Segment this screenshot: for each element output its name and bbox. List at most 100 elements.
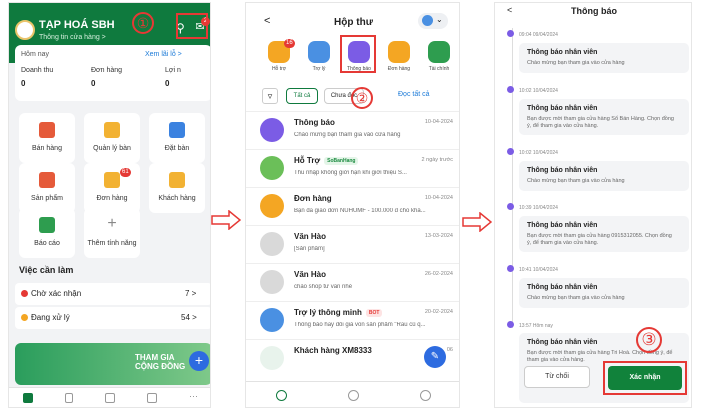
tile-them-tinh-nang[interactable]: + Thêm tính năng [84,208,140,258]
step-three-marker: ③ [636,327,662,353]
bell-dot-icon [507,321,514,328]
bell-dot-icon [507,265,514,272]
bell-dot-icon [507,203,514,210]
read-all-link[interactable]: Đọc tất cả [398,91,430,98]
notification-screen: < Thông báo 09:04 09/04/2024 Thông báo n… [494,2,692,408]
plus-icon: + [104,216,120,233]
message-item[interactable]: Thông báo Chào mừng bạn tham gia vào cửa … [246,111,459,149]
account-switcher[interactable]: ⌄ [418,13,448,29]
assistant-icon [308,41,330,63]
customer-avatar [260,346,284,370]
message-item[interactable]: Hỗ Trợ SoBanHang Thu nhập không giới hạn k… [246,149,459,187]
today-label: Hôm nay [21,51,50,58]
tag-badge: BOT [365,309,383,317]
at-tab-icon[interactable] [420,390,431,401]
category-don-hang[interactable]: Đơn hàng [382,41,416,72]
bell-icon [260,118,284,142]
notification-card[interactable]: Thông báo nhân viên Chào mừng bạn tham gi… [519,161,689,191]
shop-icon [39,122,55,138]
tile-san-pham[interactable]: Sản phẩm [19,163,75,213]
booking-icon [169,122,185,138]
settings-tab-icon[interactable] [348,390,359,401]
tag-badge: SoBanHang [324,157,359,165]
tile-bao-cao[interactable]: Báo cáo [19,208,75,258]
fab-add-icon[interactable]: + [189,351,209,371]
store-logo [15,20,35,40]
kpi-value: 0 [91,79,96,88]
category-tro-ly[interactable]: Trợ lý [302,41,336,72]
avatar [260,270,284,294]
category-ho-tro[interactable]: Hỗ trợ 16 [262,39,296,72]
more-icon[interactable]: ··· [189,391,198,401]
bot-icon [260,308,284,332]
task-item[interactable]: Đang xử lý 54 > [15,307,210,329]
table-icon [104,122,120,138]
timestamp: 13:57 Hôm nay [507,321,553,329]
timeline-line [512,28,513,328]
step-two-marker: ② [351,87,373,109]
arrow-right-icon [462,212,492,232]
filter-all-tab[interactable]: Tất cả [286,88,318,104]
task-item[interactable]: Chờ xác nhận 7 > [15,283,210,305]
store-name[interactable]: TẠP HOÁ SBH [39,19,115,31]
customer-icon [169,172,185,188]
community-banner[interactable]: THAM GIA CỘNG ĐỒNG + [15,343,210,385]
order-icon [260,194,284,218]
bottom-nav: ··· [9,387,210,407]
notification-card[interactable]: Thông báo nhân viên Chào mừng bạn tham gi… [519,43,689,73]
order-icon [104,172,120,188]
notification-card[interactable]: Thông báo nhân viên Bạn được mời tham gia… [519,99,689,135]
compose-icon[interactable]: ✎ [424,346,446,368]
inbox-screen: < Hộp thư ⌄ Hỗ trợ 16 Trợ lý Thông báo Đơ… [245,2,460,408]
order-badge: 61 [120,168,131,177]
tile-quan-ly-ban[interactable]: Quản lý bàn [84,113,140,163]
store-info-link[interactable]: Thông tin cửa hàng > [39,34,106,41]
product-nav-icon[interactable] [105,393,115,403]
orders-nav-icon[interactable] [65,393,73,403]
finance-icon [428,41,450,63]
highlight-box-step-one [176,13,208,39]
tasks-title: Việc cần làm [19,265,74,275]
step-one-marker: ① [132,12,154,34]
view-report-link[interactable]: Xem lãi lỗ > [145,51,182,58]
kpi-value: 0 [165,79,170,88]
notification-card[interactable]: Thông báo nhân viên Bạn được mời tham gia… [519,216,689,252]
order-icon [388,41,410,63]
highlight-box-step-two [340,35,376,73]
message-item[interactable]: Trợ lý thông minh BOT Thông báo hay đổi gi… [246,301,459,339]
notification-card[interactable]: Thông báo nhân viên Chào mừng bạn tham gi… [519,278,689,308]
tile-ban-hang[interactable]: Bán hàng [19,113,75,163]
category-badge: 16 [284,39,295,48]
chevron-down-icon: ⌄ [436,15,443,24]
category-tai-chinh[interactable]: Tài chính [422,41,456,72]
home-icon[interactable] [23,393,33,403]
kpi-label: Lợi n [165,67,181,74]
avatar [260,232,284,256]
message-item[interactable]: Văn Hào [Sản phẩm] 13-03-2024 [246,225,459,263]
support-avatar [260,156,284,180]
kpi-label: Doanh thu [21,67,54,74]
product-icon [39,172,55,188]
message-item[interactable]: Đơn hàng Bạn đã giao đơn NUHUMF - 100.000… [246,187,459,225]
highlight-box-step-three [603,361,687,395]
home-screen: TẠP HOÁ SBH Thông tin cửa hàng > ⚲ ✉ 2 H… [8,2,211,408]
bottom-nav [246,381,459,407]
tile-don-hang[interactable]: Đơn hàng 61 [84,163,140,213]
timestamp: 10:41 10/04/2024 [507,265,558,273]
tile-khach-hang[interactable]: Khách hàng [149,163,205,213]
kpi-label: Đơn hàng [91,67,123,74]
store-nav-icon[interactable] [147,393,157,403]
kpi-value: 0 [21,79,26,88]
filter-icon[interactable]: ▿ [262,88,278,104]
pending-icon [21,290,28,297]
timestamp: 09:04 09/04/2024 [507,30,558,38]
message-item[interactable]: Văn Hào chào shop tư vấn nhé 26-02-2024 [246,263,459,301]
chat-tab-icon[interactable] [276,390,287,401]
page-title: Thông báo [571,6,617,16]
tile-dat-ban[interactable]: Đặt bàn [149,113,205,163]
bell-dot-icon [507,148,514,155]
reject-button[interactable]: Từ chối [524,366,590,388]
chart-icon [39,217,55,233]
timestamp: 10:02 10/04/2024 [507,86,558,94]
bell-dot-icon [507,86,514,93]
